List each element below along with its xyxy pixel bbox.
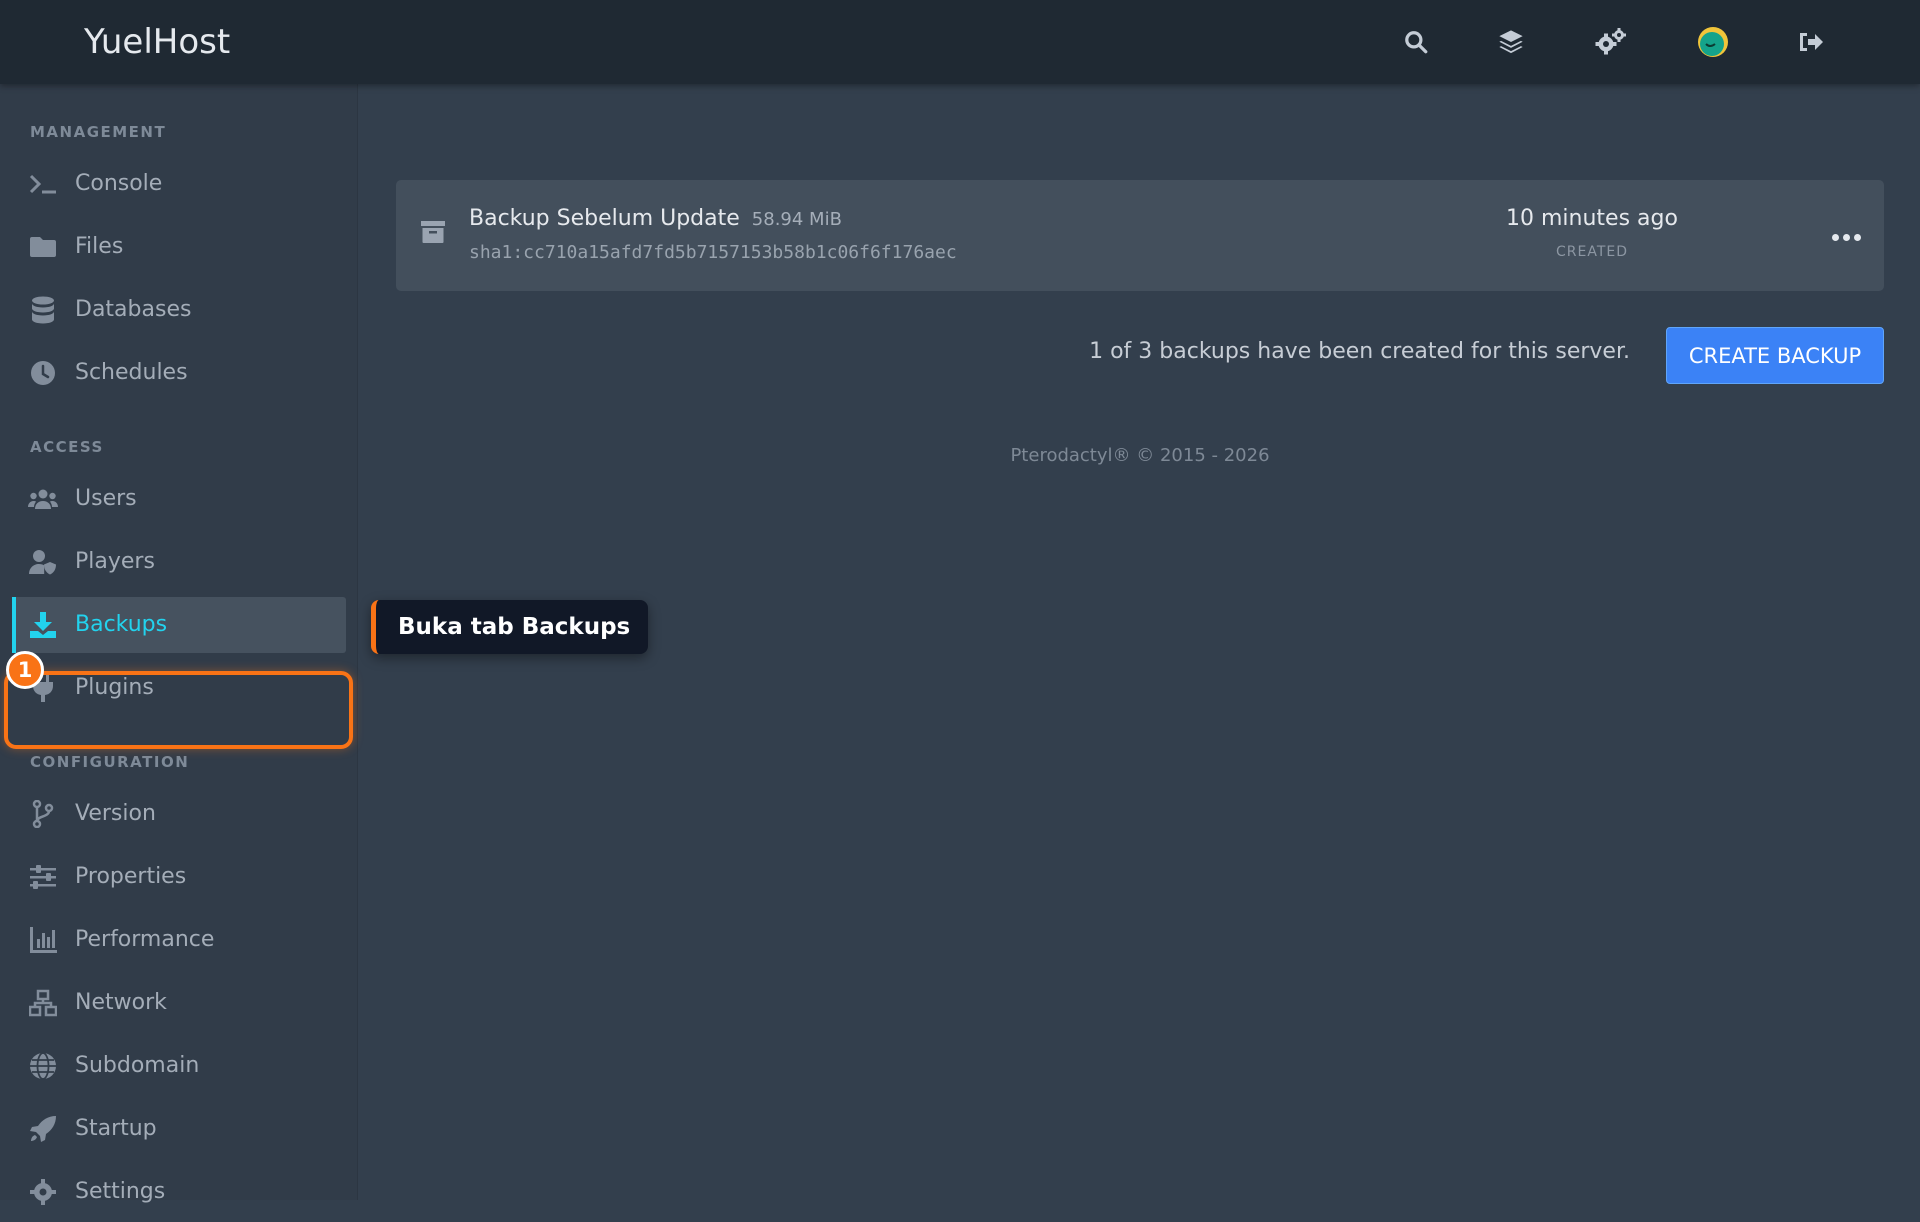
active-indicator (12, 597, 16, 653)
section-label-configuration: CONFIGURATION (30, 753, 190, 771)
globe-icon (28, 1051, 58, 1081)
created-label: CREATED (1555, 244, 1629, 260)
download-icon (28, 610, 58, 640)
sidebar-item-label: Subdomain (75, 1053, 200, 1078)
active-item-background (12, 597, 346, 653)
cogs-icon[interactable] (1593, 24, 1629, 60)
sidebar-item-databases[interactable]: Databases (0, 280, 357, 340)
sidebar-item-label: Players (75, 549, 155, 574)
section-label-access: ACCESS (30, 438, 104, 456)
backup-checksum: sha1:cc710a15afd7fd5b7157153b58b1c06f6f1… (469, 242, 957, 263)
sidebar-item-version[interactable]: Version (0, 784, 357, 844)
sidebar-item-label: Schedules (75, 360, 188, 385)
backup-row[interactable]: Backup Sebelum Update 58.94 MiB sha1:cc71… (396, 180, 1884, 291)
brand-name[interactable]: YuelHost (84, 20, 230, 64)
user-avatar[interactable] (1695, 24, 1731, 60)
code-branch-icon (28, 799, 58, 829)
sign-out-icon[interactable] (1793, 24, 1829, 60)
backup-name: Backup Sebelum Update (469, 206, 740, 231)
network-icon (28, 988, 58, 1018)
sidebar-item-backups[interactable]: Backups (0, 595, 357, 655)
tutorial-tooltip: Buka tab Backups (371, 600, 649, 654)
terminal-icon (28, 169, 58, 199)
folder-icon (28, 232, 58, 262)
sidebar-item-schedules[interactable]: Schedules (0, 343, 357, 403)
users-icon (28, 484, 58, 514)
more-options-button[interactable] (1826, 215, 1866, 255)
archive-icon (420, 220, 446, 246)
bar-chart-icon (28, 925, 58, 955)
sidebar-item-players[interactable]: Players (0, 532, 357, 592)
sidebar-item-startup[interactable]: Startup (0, 1099, 357, 1159)
sidebar-item-label: Startup (75, 1116, 157, 1141)
sidebar-item-label: Version (75, 801, 156, 826)
sidebar-item-performance[interactable]: Performance (0, 910, 357, 970)
user-shield-icon (28, 547, 58, 577)
layers-icon[interactable] (1493, 24, 1529, 60)
sidebar-item-label: Settings (75, 1179, 166, 1204)
sidebar-item-settings[interactable]: Settings (0, 1162, 357, 1222)
backup-size: 58.94 MiB (751, 209, 842, 230)
sidebar-item-users[interactable]: Users (0, 469, 357, 529)
sliders-icon (28, 862, 58, 892)
section-label-management: MANAGEMENT (30, 123, 167, 141)
clock-icon (28, 358, 58, 388)
gear-icon (28, 1177, 58, 1207)
top-navigation-bar: YuelHost (0, 0, 1920, 84)
sidebar-item-label: Console (75, 171, 163, 196)
sidebar-item-label: Files (75, 234, 124, 259)
rocket-icon (28, 1114, 58, 1144)
sidebar-item-label: Backups (75, 612, 168, 637)
sidebar-item-console[interactable]: Console (0, 154, 357, 214)
sidebar-item-label: Databases (75, 297, 192, 322)
search-icon[interactable] (1398, 24, 1434, 60)
sidebar-item-label: Network (75, 990, 167, 1015)
sidebar-item-label: Performance (75, 927, 215, 952)
step-badge: 1 (6, 651, 44, 689)
ellipsis-icon (1830, 226, 1863, 245)
backup-created-time: 10 minutes ago (1506, 206, 1678, 231)
sidebar-item-files[interactable]: Files (0, 217, 357, 277)
sidebar: MANAGEMENT Console Files Databases Sched… (0, 84, 358, 1205)
sidebar-item-subdomain[interactable]: Subdomain (0, 1036, 357, 1096)
sidebar-item-label: Users (75, 486, 137, 511)
sidebar-item-label: Properties (75, 864, 187, 889)
sidebar-item-properties[interactable]: Properties (0, 847, 357, 907)
footer-copyright: Pterodactyl® © 2015 - 2026 (1010, 445, 1270, 466)
backup-limit-text: 1 of 3 backups have been created for thi… (1089, 339, 1630, 364)
sidebar-item-network[interactable]: Network (0, 973, 357, 1033)
database-icon (28, 295, 58, 325)
highlight-ring (4, 671, 353, 749)
create-backup-button[interactable]: CREATE BACKUP (1666, 327, 1884, 384)
